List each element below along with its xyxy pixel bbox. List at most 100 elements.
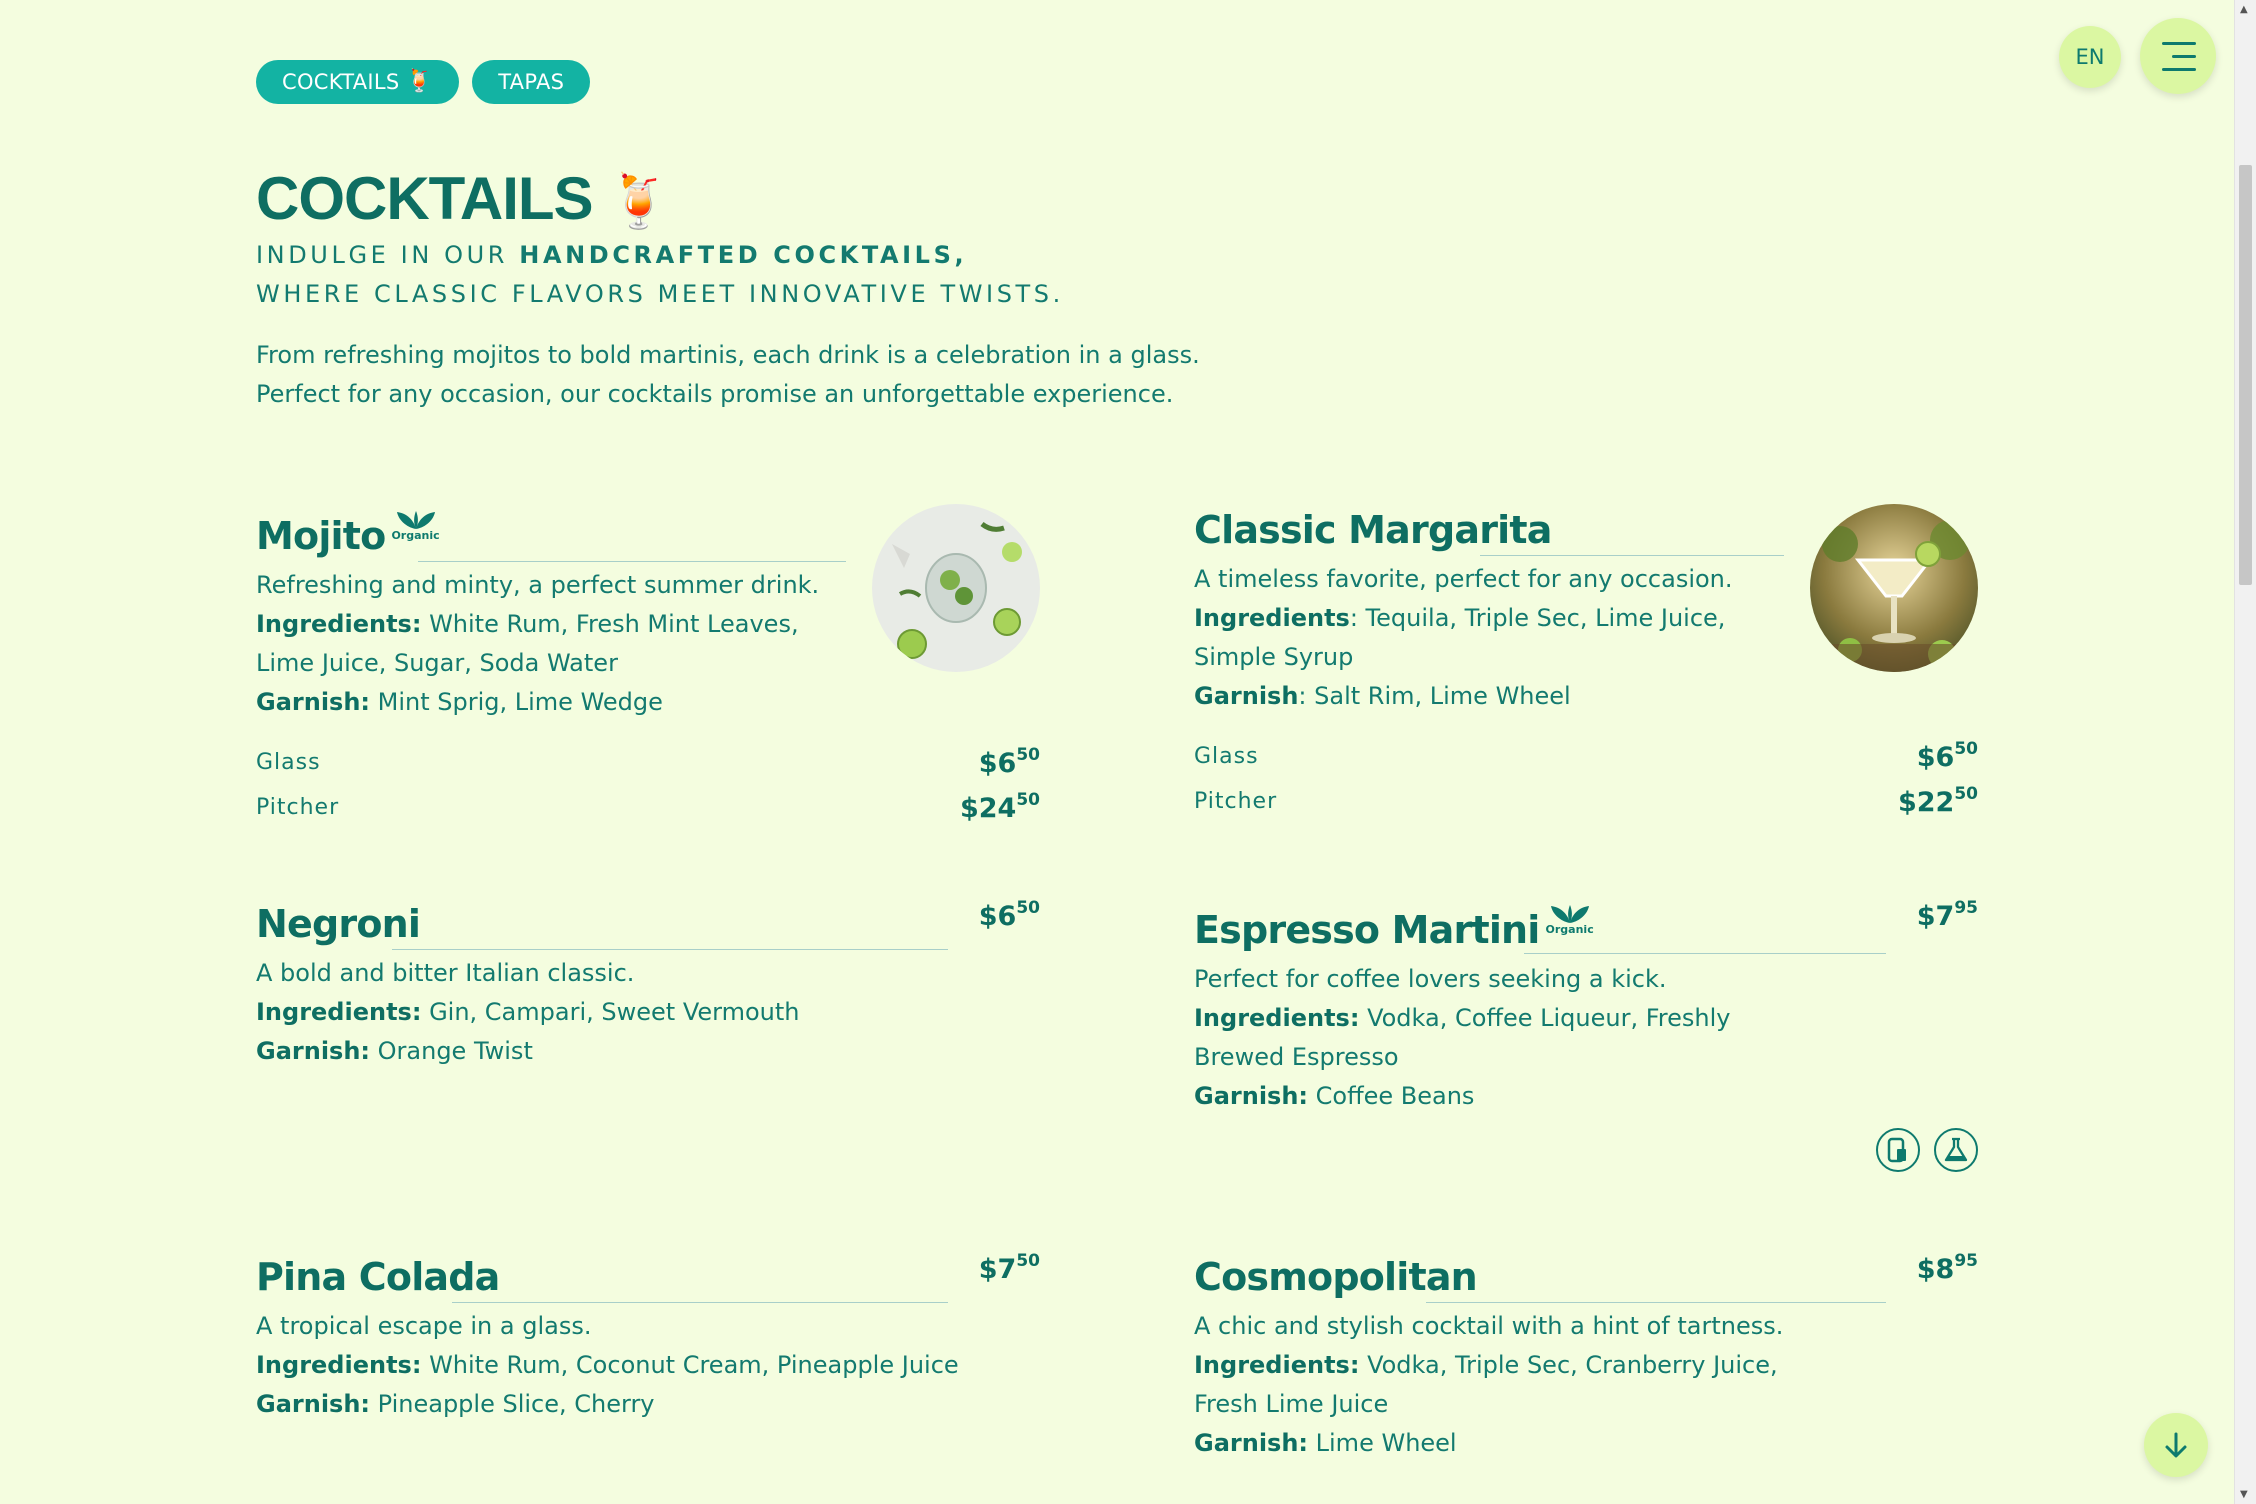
- item-garnish: Pineapple Slice, Cherry: [370, 1390, 655, 1418]
- price-list: Glass $650 Pitcher $2450: [256, 740, 1040, 830]
- tab-cocktails[interactable]: COCKTAILS 🍹: [256, 60, 460, 104]
- subtitle-line2: where classic flavors meet innovative tw…: [256, 280, 1064, 308]
- price-cents: 50: [1016, 744, 1040, 765]
- item-garnish: Orange Twist: [370, 1037, 533, 1065]
- price-dollars: $24: [959, 792, 1017, 824]
- item-description: A bold and bitter Italian classic. Ingre…: [256, 954, 1040, 1071]
- leader-line: [392, 949, 948, 950]
- price-label: Pitcher: [1194, 789, 1278, 814]
- price-cents: 95: [1954, 1251, 1978, 1271]
- garnish-label: Garnish:: [1194, 1082, 1309, 1110]
- item-price: $895: [1916, 1251, 1978, 1285]
- item-ingredients: Gin, Campari, Sweet Vermouth: [421, 998, 800, 1026]
- scroll-up-arrow-icon[interactable]: ▲: [2240, 4, 2248, 15]
- item-description: A timeless favorite, perfect for any occ…: [1194, 560, 1754, 716]
- page-scrollbar[interactable]: ▲ ▼: [2234, 0, 2256, 1504]
- leader-line: [1426, 1302, 1886, 1303]
- item-description: A chic and stylish cocktail with a hint …: [1194, 1307, 1834, 1463]
- cocktail-icon: 🍹: [405, 69, 434, 94]
- item-garnish: Mint Sprig, Lime Wedge: [370, 688, 663, 716]
- item-garnish: Lime Wheel: [1308, 1429, 1457, 1457]
- price-cents: 50: [1954, 738, 1978, 759]
- price-dollars: $6: [978, 901, 1017, 932]
- leaf-icon: [396, 511, 435, 529]
- language-label: EN: [2075, 45, 2105, 69]
- item-description: Refreshing and minty, a perfect summer d…: [256, 566, 856, 722]
- leader-line: [452, 1302, 948, 1303]
- tab-tapas-label: TAPAS: [498, 70, 565, 94]
- tab-cocktails-label: COCKTAILS: [282, 70, 400, 94]
- leader-line: [1480, 555, 1784, 556]
- menu-item-cosmopolitan: Cosmopolitan $895 A chic and stylish coc…: [1194, 1249, 1978, 1463]
- price-cents: 50: [1016, 1251, 1040, 1271]
- glass-jar-icon: [1876, 1128, 1920, 1172]
- item-name: Mojito Organic: [256, 511, 440, 558]
- intro-line2: Perfect for any occasion, our cocktails …: [256, 380, 1174, 408]
- item-name: Cosmopolitan: [1194, 1255, 1478, 1299]
- arrow-down-icon: [2165, 1432, 2187, 1458]
- ingredients-label: Ingredients:: [256, 1351, 422, 1379]
- garnish-label: Garnish: [1194, 682, 1299, 710]
- tab-tapas[interactable]: TAPAS: [472, 60, 591, 104]
- organic-label: Organic: [391, 529, 440, 542]
- garnish-label: Garnish:: [1194, 1429, 1309, 1457]
- subtitle-pre: Indulge in our: [256, 241, 520, 269]
- item-tagline: A tropical escape in a glass.: [256, 1312, 592, 1340]
- item-ingredients: White Rum, Coconut Cream, Pineapple Juic…: [421, 1351, 959, 1379]
- item-price: $795: [1916, 898, 1978, 932]
- price-row-pitcher: Pitcher $2250: [1194, 779, 1978, 824]
- price-row-glass: Glass $650: [1194, 734, 1978, 779]
- subtitle-bold: handcrafted cocktails,: [519, 241, 968, 269]
- price-label: Glass: [256, 750, 321, 775]
- item-name-text: Espresso Martini: [1194, 908, 1540, 952]
- item-name: Negroni: [256, 902, 421, 946]
- scroll-down-arrow-icon[interactable]: ▼: [2240, 1489, 2248, 1500]
- mojito-image: [872, 504, 1040, 672]
- menu-item-classic-margarita: Classic Margarita A timeless favorite, p…: [1194, 502, 1978, 818]
- price-dollars: $7: [1916, 901, 1955, 932]
- price-cents: 50: [1016, 898, 1040, 918]
- hamburger-menu-button[interactable]: [2140, 18, 2216, 94]
- item-price: $750: [978, 1251, 1040, 1285]
- item-tagline: Refreshing and minty, a perfect summer d…: [256, 571, 820, 599]
- price-value: $650: [1917, 738, 1978, 773]
- item-price: $650: [978, 898, 1040, 932]
- price-label: Pitcher: [256, 795, 340, 820]
- ingredients-label: Ingredients: [1194, 604, 1350, 632]
- organic-badge: Organic: [1546, 904, 1594, 935]
- price-label: Glass: [1194, 744, 1259, 769]
- price-dollars: $8: [1916, 1254, 1955, 1285]
- item-name: Classic Margarita: [1194, 508, 1552, 552]
- price-dollars: $7: [978, 1254, 1017, 1285]
- price-dollars: $22: [1897, 786, 1955, 818]
- item-description: Perfect for coffee lovers seeking a kick…: [1194, 960, 1754, 1116]
- menu-item-negroni: Negroni $650 A bold and bitter Italian c…: [256, 896, 1040, 1071]
- page-title: COCKTAILS 🍹: [256, 164, 671, 233]
- price-dollars: $6: [978, 747, 1017, 779]
- margarita-image: [1810, 504, 1978, 672]
- leader-line: [418, 561, 846, 562]
- item-name-text: Classic Margarita: [1194, 508, 1552, 552]
- menu-item-pina-colada: Pina Colada $750 A tropical escape in a …: [256, 1249, 1040, 1424]
- item-garnish: : Salt Rim, Lime Wheel: [1298, 682, 1571, 710]
- language-button[interactable]: EN: [2059, 26, 2121, 88]
- garnish-label: Garnish:: [256, 1037, 371, 1065]
- hamburger-icon: [2140, 18, 2216, 94]
- menu-page: COCKTAILS 🍹 TAPAS EN COCKTAILS 🍹 Indulge …: [0, 0, 2235, 1504]
- item-name-text: Cosmopolitan: [1194, 1255, 1478, 1299]
- scrollbar-thumb[interactable]: [2239, 165, 2252, 585]
- price-row-glass: Glass $650: [256, 740, 1040, 785]
- price-cents: 50: [1016, 789, 1040, 810]
- menu-item-espresso-martini: Espresso Martini Organic $795 Perfect fo…: [1194, 896, 1978, 1172]
- ingredients-label: Ingredients:: [1194, 1351, 1360, 1379]
- item-name: Espresso Martini Organic: [1194, 905, 1594, 952]
- allergen-icons: [1876, 1128, 1978, 1172]
- price-value: $650: [978, 744, 1040, 779]
- item-description: A tropical escape in a glass. Ingredient…: [256, 1307, 1040, 1424]
- ingredients-label: Ingredients:: [256, 610, 422, 638]
- scroll-down-button[interactable]: [2144, 1413, 2208, 1477]
- item-name: Pina Colada: [256, 1255, 500, 1299]
- price-value: $2250: [1897, 784, 1978, 818]
- section-intro: From refreshing mojitos to bold martinis…: [256, 336, 1200, 414]
- garnish-label: Garnish:: [256, 688, 371, 716]
